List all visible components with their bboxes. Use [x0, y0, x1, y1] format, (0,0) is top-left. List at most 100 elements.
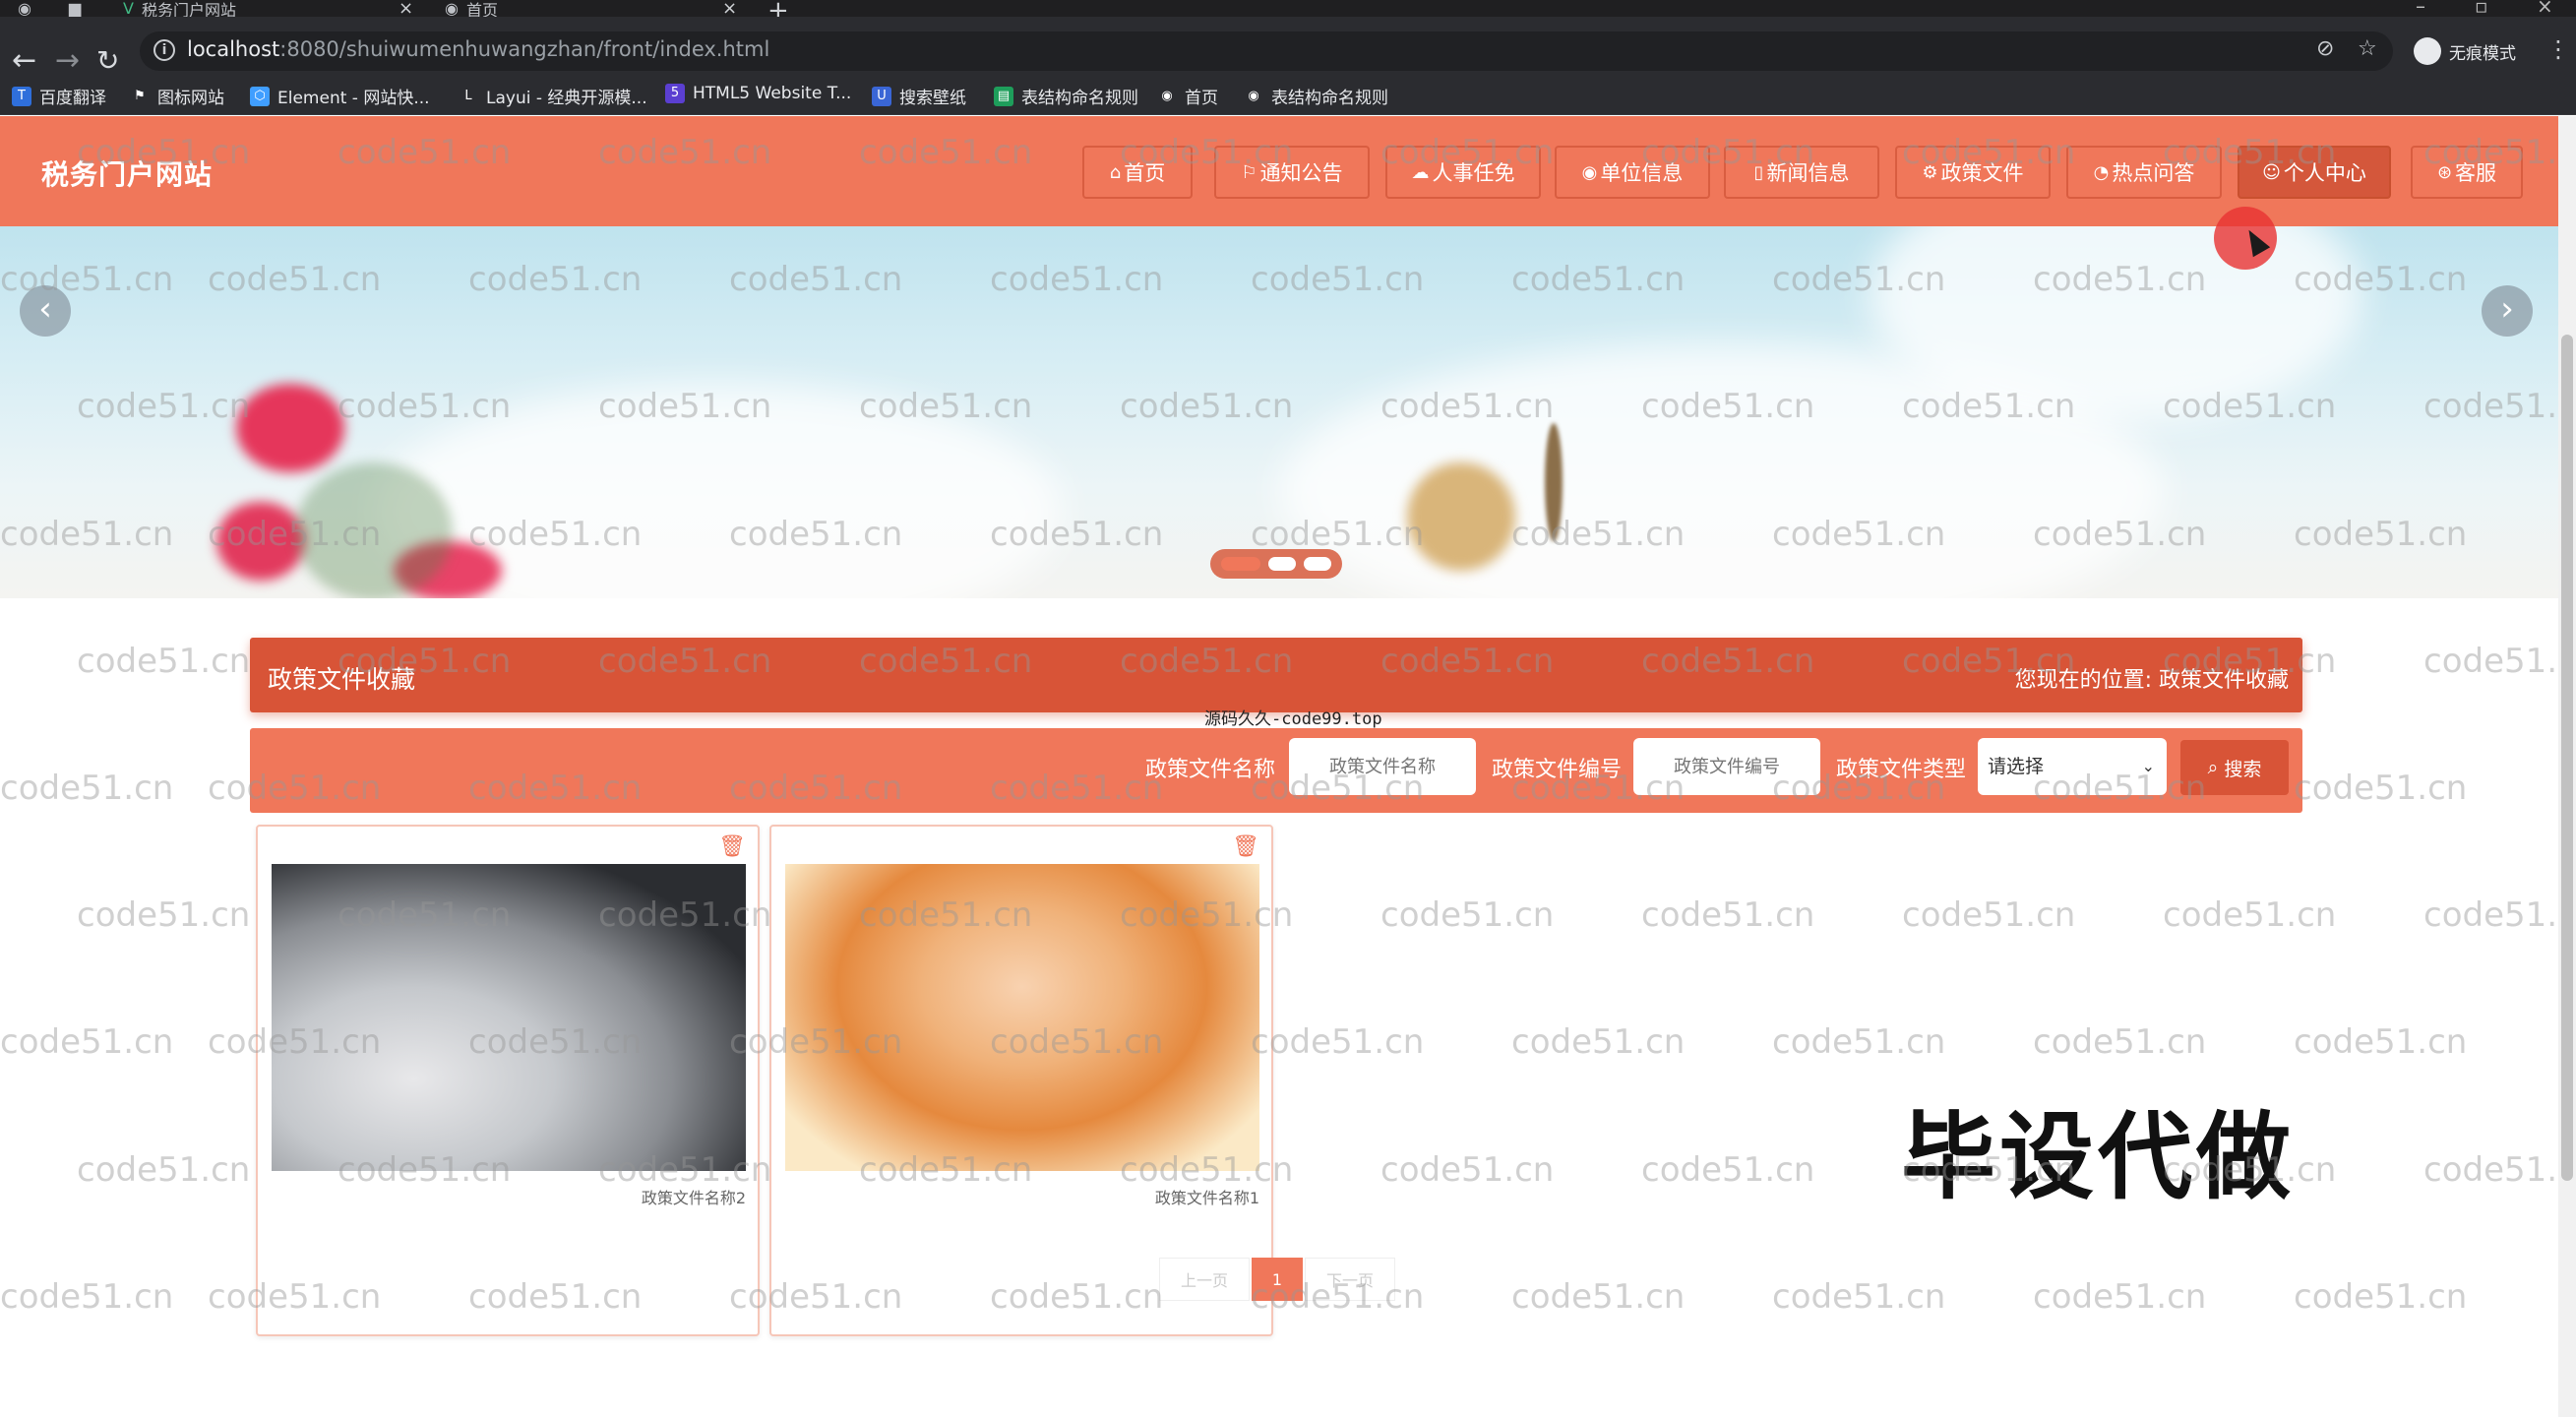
nav-home[interactable]: ⌂ 首页 [1082, 146, 1193, 199]
watermark-text: code51.cn [77, 641, 251, 681]
wallpaper-icon: U [872, 86, 891, 106]
site-logo[interactable]: 税务门户网站 [41, 154, 213, 193]
forward-icon[interactable]: → [55, 46, 80, 76]
watermark-text: code51.cn [2294, 769, 2468, 808]
star-icon[interactable]: ☆ [2358, 36, 2377, 61]
bookmark-item[interactable]: L Layui - 经典开源模... [459, 84, 646, 109]
favorite-card[interactable]: 🗑 政策文件名称2 [256, 825, 760, 1336]
bookmark-label: 百度翻译 [39, 89, 106, 108]
banner-carousel[interactable]: ‹ › [0, 226, 2558, 598]
next-page-button[interactable]: 下一页 [1305, 1258, 1395, 1301]
nav-label: 通知公告 [1259, 161, 1343, 185]
carousel-dot[interactable] [1268, 557, 1296, 571]
watermark-text: code51.cn [2033, 1276, 2207, 1317]
carousel-dot[interactable] [1304, 557, 1331, 571]
minimize-icon[interactable]: – [2416, 0, 2425, 18]
watermark-text: code51.cn [1511, 1276, 1686, 1317]
watermark-text: code51.cn [2423, 895, 2576, 936]
close-window-icon[interactable]: × [2537, 0, 2553, 18]
banner-stem [1545, 423, 1563, 541]
watermark-text: code51.cn [2423, 641, 2576, 681]
watermark-text: code51.cn [2294, 1276, 2468, 1317]
search-button[interactable]: ⌕ 搜索 [2180, 740, 2289, 795]
browser-tab-strip: ◉ ▆ V 税务门户网站 × ◉ 首页 × + – ▫ × [0, 0, 2576, 26]
nav-news[interactable]: ▯ 新闻信息 [1724, 146, 1879, 199]
watermark-text: code51.cn [1641, 895, 1815, 936]
bookmark-item[interactable]: 5 HTML5 Website T... [665, 84, 851, 103]
card-caption: 政策文件名称1 [1154, 1189, 1259, 1207]
eye-off-icon[interactable]: ⊘ [2316, 36, 2334, 61]
document-icon: ▯ [1753, 161, 1764, 183]
bookmark-item[interactable]: ⚑ 图标网站 [130, 84, 224, 109]
page-number-button[interactable]: 1 [1252, 1258, 1303, 1301]
bookmark-item[interactable]: T 百度翻译 [12, 84, 106, 108]
watermark-text: code51.cn [1251, 1022, 1425, 1063]
breadcrumb-prefix: 您现在的位置: [2014, 668, 2152, 693]
section-title: 政策文件收藏 [268, 665, 416, 694]
carousel-dot[interactable] [1221, 557, 1260, 571]
cloud-icon: ☁ [1411, 161, 1430, 183]
bookmark-label: HTML5 Website T... [693, 84, 852, 103]
pagination: 上一页 1 下一页 [1159, 1258, 1395, 1301]
site-info-icon[interactable]: i [153, 39, 175, 61]
browser-menu-icon[interactable]: ◉ [18, 0, 31, 18]
reload-icon[interactable]: ↻ [96, 46, 119, 76]
nav-policy[interactable]: ⚙ 政策文件 [1895, 146, 2051, 199]
nav-label: 首页 [1124, 161, 1166, 185]
card-caption: 政策文件名称2 [641, 1189, 746, 1207]
overlay-caption: 毕设代做 [1901, 1102, 2295, 1212]
site-header: 税务门户网站 ⌂ 首页 ⚐ 通知公告 ☁ 人事任免 ◉ 单位信息 ▯ 新闻信息 ⚙ 政策文件… [0, 116, 2558, 226]
section-title-bar: 政策文件收藏 您现在的位置: 政策文件收藏 [250, 638, 2302, 712]
nav-personal-center[interactable]: ☺ 个人中心 [2238, 146, 2391, 199]
nav-service[interactable]: ⊛ 客服 [2411, 146, 2523, 199]
breadcrumb-current[interactable]: 政策文件收藏 [2159, 668, 2289, 693]
code-label: 政策文件编号 [1492, 758, 1623, 782]
carousel-next-button[interactable]: › [2482, 285, 2533, 337]
card-image-portrait[interactable] [785, 864, 1259, 1171]
incognito-profile-chip[interactable]: 无痕模式 [2408, 32, 2528, 70]
html5-icon: 5 [665, 84, 685, 103]
select-value: 请选择 [1988, 756, 2045, 777]
maximize-icon[interactable]: ▫ [2475, 0, 2488, 18]
nav-personnel[interactable]: ☁ 人事任免 [1385, 146, 1541, 199]
banner-dry-flower [1407, 462, 1515, 571]
source-note: 源码久久-code99.top [1204, 709, 1382, 729]
url-text[interactable]: localhost:8080/shuiwumenhuwangzhan/front… [187, 37, 769, 61]
tab-home[interactable]: ◉ 首页 × [445, 0, 737, 20]
bookmark-item[interactable]: U 搜索壁纸 [872, 84, 966, 108]
bookmark-label: 搜索壁纸 [899, 89, 966, 108]
bookmark-item[interactable]: ▤ 表结构命名规则 [994, 84, 1138, 108]
sheet-icon: ▤ [994, 86, 1013, 106]
nav-label: 人事任免 [1432, 161, 1515, 185]
back-icon[interactable]: ← [12, 46, 36, 76]
vue-icon: V [123, 0, 134, 18]
bookmark-item[interactable]: ◉ 表结构命名规则 [1244, 84, 1388, 109]
nav-label: 政策文件 [1940, 161, 2024, 185]
bookmark-item[interactable]: ⬡ Element - 网站快... [250, 84, 430, 108]
tab-tax-portal[interactable]: V 税务门户网站 × [123, 0, 413, 20]
banner-leaves [295, 462, 453, 598]
policy-code-input[interactable] [1633, 738, 1820, 795]
nav-qa[interactable]: ◔ 热点问答 [2066, 146, 2222, 199]
nav-notice[interactable]: ⚐ 通知公告 [1214, 146, 1370, 199]
scrollbar-thumb[interactable] [2561, 335, 2573, 1181]
nav-label: 新闻信息 [1766, 161, 1850, 185]
prev-page-button[interactable]: 上一页 [1159, 1258, 1250, 1301]
delete-icon[interactable]: 🗑 [718, 834, 746, 859]
watermark-text: code51.cn [2033, 1022, 2207, 1063]
watermark-text: code51.cn [0, 769, 174, 808]
nav-label: 个人中心 [2283, 161, 2366, 185]
card-image-husky[interactable] [272, 864, 746, 1171]
nav-unit-info[interactable]: ◉ 单位信息 [1555, 146, 1710, 199]
bookmark-label: 表结构命名规则 [1021, 89, 1138, 108]
policy-name-input[interactable] [1289, 738, 1476, 795]
bookmark-item[interactable]: ◉ 首页 [1157, 84, 1218, 109]
watermark-text: code51.cn [1772, 1276, 1946, 1317]
watermark-text: code51.cn [2163, 895, 2337, 936]
carousel-prev-button[interactable]: ‹ [20, 285, 71, 337]
flag-icon: ⚐ [1241, 161, 1257, 183]
browser-menu-kebab-icon[interactable]: ⋮ [2546, 35, 2570, 63]
delete-icon[interactable]: 🗑 [1232, 834, 1259, 859]
policy-type-select[interactable]: 请选择 ⌄ [1978, 738, 2167, 795]
globe-icon: ◉ [1161, 88, 1173, 103]
